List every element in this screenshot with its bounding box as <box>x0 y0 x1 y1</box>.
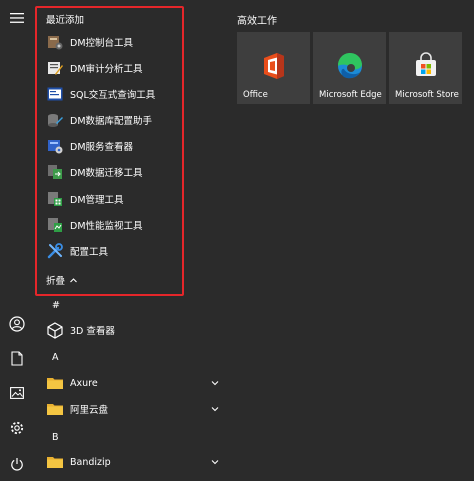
group-letter-b[interactable]: B <box>52 432 59 443</box>
left-rail <box>0 0 34 481</box>
chevron-down-icon[interactable] <box>210 457 220 467</box>
app-item-axure[interactable]: Axure <box>34 370 224 396</box>
app-item-bandizip[interactable]: Bandizip <box>34 449 224 475</box>
tile-office[interactable]: Office <box>237 32 310 104</box>
tiles-group-heading: 高效工作 <box>237 16 277 27</box>
tile-label: Microsoft Edge <box>319 90 382 100</box>
collapse-label: 折叠 <box>46 276 66 287</box>
folder-icon <box>47 378 63 389</box>
chevron-up-icon <box>70 277 77 282</box>
store-icon <box>415 52 436 76</box>
app-label: 3D 查看器 <box>70 326 115 337</box>
app-item-3d-viewer[interactable]: 3D 查看器 <box>34 317 224 343</box>
tile-label: Office <box>243 90 268 100</box>
app-label: 阿里云盘 <box>70 405 109 416</box>
folder-icon <box>47 404 63 415</box>
collapse-button[interactable]: 折叠 <box>46 273 78 287</box>
3d-viewer-icon <box>47 322 63 339</box>
app-label: Bandizip <box>70 456 111 468</box>
hamburger-icon[interactable] <box>0 1 34 35</box>
tile-microsoft-store[interactable]: Microsoft Store <box>389 32 462 104</box>
power-icon[interactable] <box>0 447 34 481</box>
group-letter-a[interactable]: A <box>52 352 59 363</box>
highlight-box <box>35 6 184 296</box>
edge-icon <box>337 52 362 79</box>
app-item-aliyun-drive[interactable]: 阿里云盘 <box>34 396 224 422</box>
settings-icon[interactable] <box>0 411 34 445</box>
office-icon <box>263 53 284 79</box>
tile-microsoft-edge[interactable]: Microsoft Edge <box>313 32 386 104</box>
tile-label: Microsoft Store <box>395 90 459 100</box>
chevron-down-icon[interactable] <box>210 378 220 388</box>
documents-icon[interactable] <box>0 341 34 375</box>
folder-icon <box>47 457 63 468</box>
chevron-down-icon[interactable] <box>210 404 220 414</box>
group-letter-hash[interactable]: # <box>52 300 60 311</box>
pictures-icon[interactable] <box>0 376 34 410</box>
app-label: Axure <box>70 377 98 389</box>
user-icon[interactable] <box>0 307 34 341</box>
